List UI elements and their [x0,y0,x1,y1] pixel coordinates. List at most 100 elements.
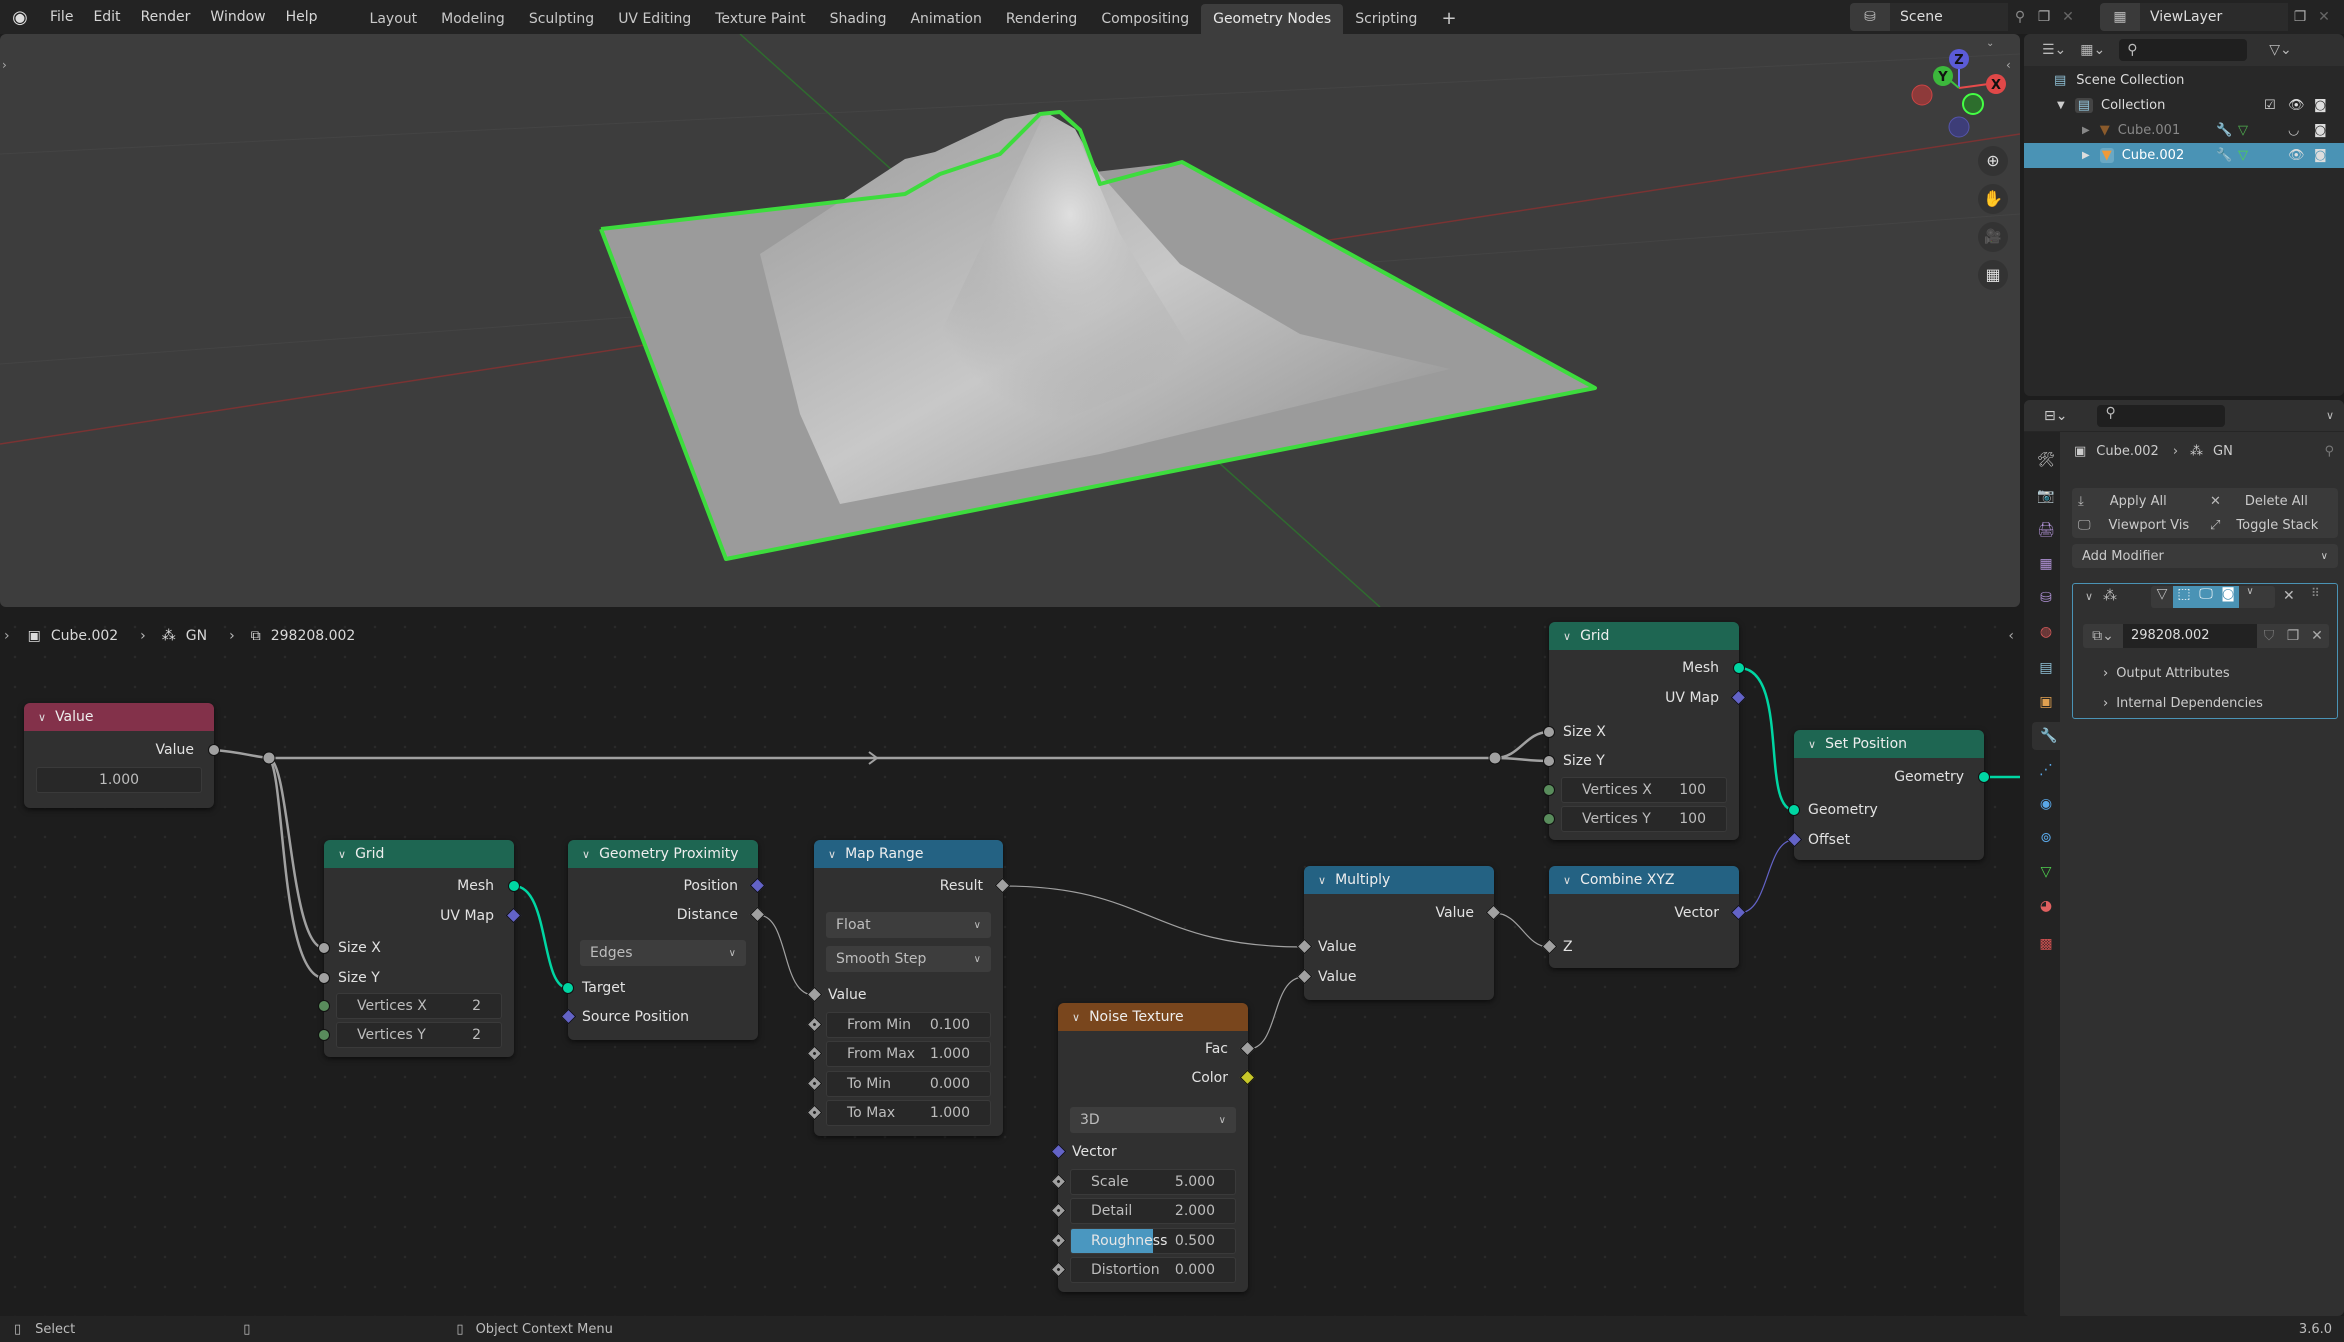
vertices-x-field[interactable]: Vertices X2 [336,993,502,1019]
new-view-layer-icon[interactable]: ❐ [2288,9,2312,25]
toolbar-expand-icon[interactable]: › [2,58,7,72]
tab-data-icon[interactable]: ▽ [2032,858,2060,886]
menu-edit[interactable]: Edit [83,0,130,34]
menu-window[interactable]: Window [200,0,275,34]
tab-physics-icon[interactable]: ◉ [2032,790,2060,818]
outliner-item-cube-001[interactable]: ▶ ▼ Cube.001 🔧 ▽ ◡ ◙ [2024,118,2344,143]
tab-modifiers-icon[interactable]: 🔧 [2032,722,2066,750]
navigation-gizmo[interactable]: Z X Y [1900,40,2020,160]
remove-modifier-icon[interactable]: ✕ [2283,588,2295,604]
view-layer-filter-icon[interactable]: ▦⌄ [2080,42,2105,58]
visibility-eye-icon[interactable]: 👁 [2288,98,2305,113]
panel-output-attributes[interactable]: › Output Attributes [2103,666,2230,681]
node-value[interactable]: ∨ Value Value 1.000 [24,703,220,808]
collapse-icon[interactable]: ∨ [2085,590,2093,603]
tab-modeling[interactable]: Modeling [429,4,517,34]
scale-field[interactable]: Scale 5.000 [1070,1169,1236,1195]
to-max-field[interactable]: To Max 1.000 [826,1100,991,1126]
pin-icon[interactable]: ⚲ [2008,9,2032,25]
data-type-dropdown[interactable]: Float ∨ [826,912,991,938]
tab-compositing[interactable]: Compositing [1089,4,1201,34]
tab-texture-paint[interactable]: Texture Paint [703,4,817,34]
collapse-icon[interactable]: ∨ [1563,630,1571,643]
grid-ortho-icon[interactable]: ▦ [1978,260,2008,290]
tab-scene-icon[interactable]: ⛁ [2032,584,2060,612]
int-socket[interactable] [1543,784,1555,796]
visibility-eye-icon[interactable]: 👁 [2288,148,2305,163]
scene-name-field[interactable]: Scene [1890,3,2008,31]
duplicate-icon[interactable]: ❐ [2281,628,2305,644]
tab-texture-icon[interactable]: ▩ [2032,930,2060,958]
header-collapse-icon[interactable]: ⌄ [1986,38,1994,49]
node-map-range[interactable]: ∨ Map Range Result Float ∨ Smooth Step ∨ Va… [806,840,1011,1136]
geometry-socket[interactable] [562,982,574,994]
geometry-socket[interactable] [1978,771,1990,783]
realtime-monitor-icon[interactable]: 🖵 [2195,586,2217,608]
pan-hand-icon[interactable]: ✋ [1978,184,2008,214]
collapse-icon[interactable]: ∨ [338,848,346,861]
vertices-x-field[interactable]: Vertices X 100 [1561,777,1727,803]
modifier-wrench-icon[interactable]: 🔧 [2216,123,2232,138]
geometry-socket[interactable] [1733,662,1745,674]
menu-file[interactable]: File [40,0,83,34]
dimensions-dropdown[interactable]: 3D ∨ [1070,1107,1236,1133]
node-tree-icon[interactable]: ⧉⌄ [2083,628,2123,644]
node-header[interactable]: ∨ Multiply [1304,866,1494,894]
properties-search-input[interactable]: ⚲ [2097,404,2226,427]
add-workspace-button[interactable]: + [1429,4,1468,34]
node-combine-xyz[interactable]: ∨ Combine XYZ Vector Z [1541,866,1747,968]
edit-mode-icon[interactable]: ▽ [2151,586,2173,608]
exclude-checkbox[interactable]: ☑ [2264,98,2276,113]
collapse-icon[interactable]: ∨ [1318,874,1326,887]
mode-dropdown[interactable]: Edges ∨ [580,940,746,966]
3d-viewport[interactable]: › Z X Y ⊕ ✋ 🎥 ▦ ‹ ⌄ [0,34,2020,607]
blender-logo-icon[interactable]: ◉ [0,7,40,28]
disclosure-right-icon[interactable]: ▶ [2082,150,2090,161]
tab-geometry-nodes[interactable]: Geometry Nodes [1201,4,1344,34]
node-header[interactable]: ∨ Grid [1549,622,1739,650]
node-header[interactable]: ∨ Noise Texture [1058,1003,1248,1031]
close-view-layer-icon[interactable]: ✕ [2312,9,2336,25]
node-header[interactable]: ∨ Set Position [1794,730,1984,758]
float-socket[interactable] [208,744,220,756]
from-max-field[interactable]: From Max 1.000 [826,1041,991,1067]
apply-all-button[interactable]: ⤓ Apply All [2078,490,2204,512]
tab-object-icon[interactable]: ▣ [2032,688,2060,716]
node-noise-texture[interactable]: ∨ Noise Texture Fac Color 3D ∨ Vector Scal… [1050,1003,1256,1292]
mesh-data-icon[interactable]: ▽ [2238,123,2248,138]
panel-internal-dependencies[interactable]: › Internal Dependencies [2103,696,2263,711]
vertices-y-field[interactable]: Vertices Y 100 [1561,806,1727,832]
viewport-vis-button[interactable]: 🖵 Viewport Vis [2078,514,2204,536]
render-camera-icon[interactable]: ◙ [2217,586,2239,608]
editor-type-icon[interactable]: ⊟⌄ [2044,408,2067,424]
float-socket[interactable] [318,972,330,984]
outliner-item-scene-collection[interactable]: ▤ Scene Collection [2024,68,2344,93]
detail-field[interactable]: Detail 2.000 [1070,1198,1236,1224]
options-chevron-icon[interactable]: ∨ [2326,409,2334,422]
node-set-position[interactable]: ∨ Set Position Geometry Geometry Offset [1786,730,1990,860]
geometry-socket[interactable] [1788,804,1800,816]
tab-output-icon[interactable]: 🖨 [2032,516,2060,544]
delete-all-button[interactable]: ✕ Delete All [2210,490,2336,512]
menu-render[interactable]: Render [131,0,201,34]
int-socket[interactable] [318,1029,330,1041]
toggle-stack-button[interactable]: ⤢ Toggle Stack [2210,514,2336,536]
modifier-wrench-icon[interactable]: 🔧 [2216,148,2232,163]
node-header[interactable]: ∨ Map Range [814,840,1003,868]
tab-shading[interactable]: Shading [818,4,899,34]
tab-sculpting[interactable]: Sculpting [517,4,606,34]
collapse-icon[interactable]: ∨ [1563,874,1571,887]
tab-layout[interactable]: Layout [358,4,430,34]
int-socket[interactable] [1543,813,1555,825]
to-min-field[interactable]: To Min 0.000 [826,1071,991,1097]
cage-icon[interactable]: ⬚ [2173,586,2195,608]
render-camera-icon[interactable]: ◙ [2314,123,2327,138]
tab-constraints-icon[interactable]: ⊚ [2032,824,2060,852]
node-header[interactable]: ∨ Combine XYZ [1549,866,1739,894]
view-layer-icon[interactable]: ▦ [2100,3,2140,31]
node-header[interactable]: ∨ Geometry Proximity [568,840,758,868]
scene-icon[interactable]: ⛁ [1850,3,1890,31]
node-header[interactable]: ∨ Value [24,703,214,731]
tab-view-layer-icon[interactable]: ▦ [2032,550,2060,578]
tab-scripting[interactable]: Scripting [1343,4,1429,34]
